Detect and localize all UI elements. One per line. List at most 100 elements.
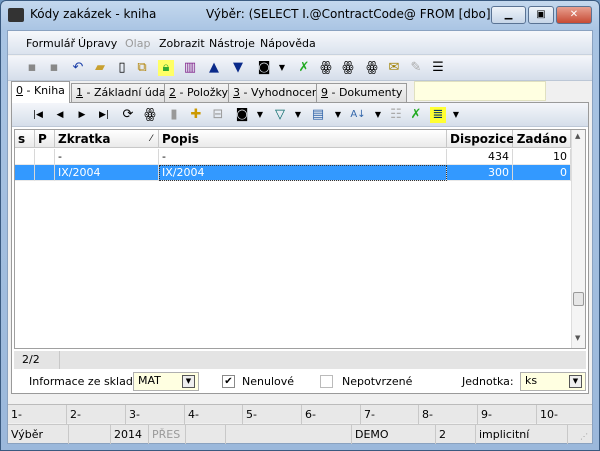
menu-lines-icon[interactable]: ☰ (430, 60, 446, 76)
search-icon[interactable]: ꙮ (142, 107, 158, 123)
chevron-down-icon[interactable]: ▼ (182, 375, 195, 388)
camera-dropdown-icon[interactable]: ▼ (274, 60, 290, 76)
status-year: 2014 (111, 425, 149, 444)
fkey-2[interactable]: 2- (67, 405, 126, 424)
next-record-icon[interactable]: ▶ (74, 107, 90, 123)
tab-label: - Základní údaje (83, 86, 176, 99)
menu-nastroje[interactable]: Nástroje (209, 37, 255, 50)
close-button[interactable]: ✕ (556, 6, 592, 24)
column-header-dispozice[interactable]: Dispozice (447, 130, 514, 148)
cell-s[interactable] (15, 165, 35, 181)
scroll-down-icon[interactable]: ▼ (575, 334, 580, 342)
sort-dropdown-icon[interactable]: ▼ (370, 107, 386, 123)
filter-dropdown-icon[interactable]: ▼ (290, 107, 306, 123)
cell-popis[interactable]: - (159, 149, 447, 165)
undo-icon[interactable]: ↶ (70, 60, 86, 76)
resize-grip-icon[interactable]: ⋰ (580, 432, 588, 441)
chevron-down-icon[interactable]: ▼ (569, 375, 582, 388)
new-document-icon[interactable]: ▯ (114, 60, 130, 76)
sklad-value: MAT (138, 374, 161, 387)
status-setting: implicitní (476, 425, 568, 444)
copy-icon[interactable]: ⧉ (134, 60, 150, 76)
column-header-zadano[interactable]: Zadáno (513, 130, 571, 148)
nenulove-label[interactable]: Nenulové (242, 375, 294, 388)
find-next-icon[interactable]: ꙮ (340, 60, 356, 76)
excel-export-icon[interactable]: ✗ (296, 60, 312, 76)
cell-s[interactable] (15, 149, 35, 165)
tab-key: 1 (76, 86, 83, 99)
cell-zkratka[interactable]: IX/2004 (55, 165, 159, 181)
sklad-select[interactable]: MAT ▼ (133, 372, 199, 391)
sklad-label: Informace ze skladu: (29, 375, 144, 388)
excel-icon[interactable]: ✗ (408, 107, 424, 123)
tab-polozky[interactable]: 2 - Položky (164, 83, 233, 103)
tab-kniha[interactable]: 0 - Kniha (11, 81, 70, 103)
status-empty (226, 425, 352, 444)
lock-icon[interactable]: 🔒︎ (158, 60, 174, 76)
columns-icon[interactable]: ▤ (310, 107, 326, 123)
menu-upravy[interactable]: Úpravy (78, 37, 117, 50)
jednotka-select[interactable]: ks ▼ (520, 372, 586, 391)
function-keys-bar: 1- 2- 3- 4- 5- 6- 7- 8- 9- 10- (8, 404, 592, 424)
fkey-1[interactable]: 1- (8, 405, 67, 424)
dropdown-icon[interactable]: ▼ (252, 107, 268, 123)
nenulove-checkbox[interactable]: ✔ (222, 375, 235, 388)
jednotka-label: Jednotka: (462, 375, 514, 388)
cell-dispozice[interactable]: 434 (447, 149, 513, 165)
open-folder-icon[interactable]: ▰ (92, 60, 108, 76)
fkey-3[interactable]: 3- (126, 405, 185, 424)
mail-icon[interactable]: ✉ (386, 60, 402, 76)
camera-icon[interactable]: ◙ (256, 60, 272, 76)
status-database: DEMO (352, 425, 436, 444)
fkey-10[interactable]: 10- (537, 405, 592, 424)
add-mark-icon[interactable]: ✚ (188, 107, 204, 123)
arrow-up-icon[interactable]: ▲ (206, 60, 222, 76)
maximize-button[interactable]: ▣ (528, 6, 554, 24)
tab-dokumenty[interactable]: 9 - Dokumenty (316, 83, 408, 103)
column-header-p[interactable]: P (35, 130, 55, 148)
menu-formular[interactable]: Formulář (26, 37, 75, 50)
cell-zadano[interactable]: 0 (513, 165, 571, 181)
nepotvrzene-label[interactable]: Nepotvrzené (342, 375, 412, 388)
nepotvrzene-checkbox[interactable] (320, 375, 333, 388)
last-record-icon[interactable]: ▶| (96, 107, 112, 123)
report-dropdown-icon[interactable]: ▼ (448, 107, 464, 123)
prev-record-icon[interactable]: ◀ (52, 107, 68, 123)
cell-popis[interactable]: IX/2004 (159, 165, 447, 181)
scroll-up-icon[interactable]: ▲ (575, 132, 580, 140)
save-icon[interactable]: ▪ (24, 60, 40, 76)
report-icon[interactable]: ≣ (430, 107, 446, 123)
camera-icon[interactable]: ◙ (234, 107, 250, 123)
info-box (414, 81, 546, 101)
fkey-8[interactable]: 8- (419, 405, 478, 424)
vertical-scrollbar[interactable]: ▲ ▼ (571, 130, 585, 348)
columns-dropdown-icon[interactable]: ▼ (330, 107, 346, 123)
scroll-thumb[interactable] (573, 292, 584, 306)
menu-zobrazit[interactable]: Zobrazit (159, 37, 205, 50)
filter-icon[interactable]: ▽ (272, 107, 288, 123)
minimize-button[interactable]: ▁ (491, 6, 526, 24)
book-icon[interactable]: ▥ (182, 60, 198, 76)
fkey-9[interactable]: 9- (478, 405, 537, 424)
tab-vyhodnoceni[interactable]: 3 - Vyhodnocení (228, 83, 327, 103)
cell-p[interactable] (35, 149, 55, 165)
find-prev-icon[interactable]: ꙮ (364, 60, 380, 76)
menu-napoveda[interactable]: Nápověda (260, 37, 316, 50)
cell-zkratka[interactable]: - (55, 149, 159, 165)
fkey-4[interactable]: 4- (185, 405, 243, 424)
save-as-icon[interactable]: ▪ (46, 60, 62, 76)
cell-dispozice[interactable]: 300 (447, 165, 513, 181)
binoculars-icon[interactable]: ꙮ (318, 60, 334, 76)
column-header-popis[interactable]: Popis (159, 130, 447, 148)
column-header-s[interactable]: s (15, 130, 35, 148)
first-record-icon[interactable]: |◀ (30, 107, 46, 123)
cell-zadano[interactable]: 10 (513, 149, 571, 165)
fkey-6[interactable]: 6- (302, 405, 361, 424)
column-header-zkratka[interactable]: Zkratka ⁄ (55, 130, 159, 148)
refresh-icon[interactable]: ⟳ (120, 107, 136, 123)
arrow-down-icon[interactable]: ▼ (230, 60, 246, 76)
cell-p[interactable] (35, 165, 55, 181)
fkey-7[interactable]: 7- (361, 405, 419, 424)
sort-icon[interactable]: A↓ (350, 107, 366, 123)
fkey-5[interactable]: 5- (243, 405, 302, 424)
